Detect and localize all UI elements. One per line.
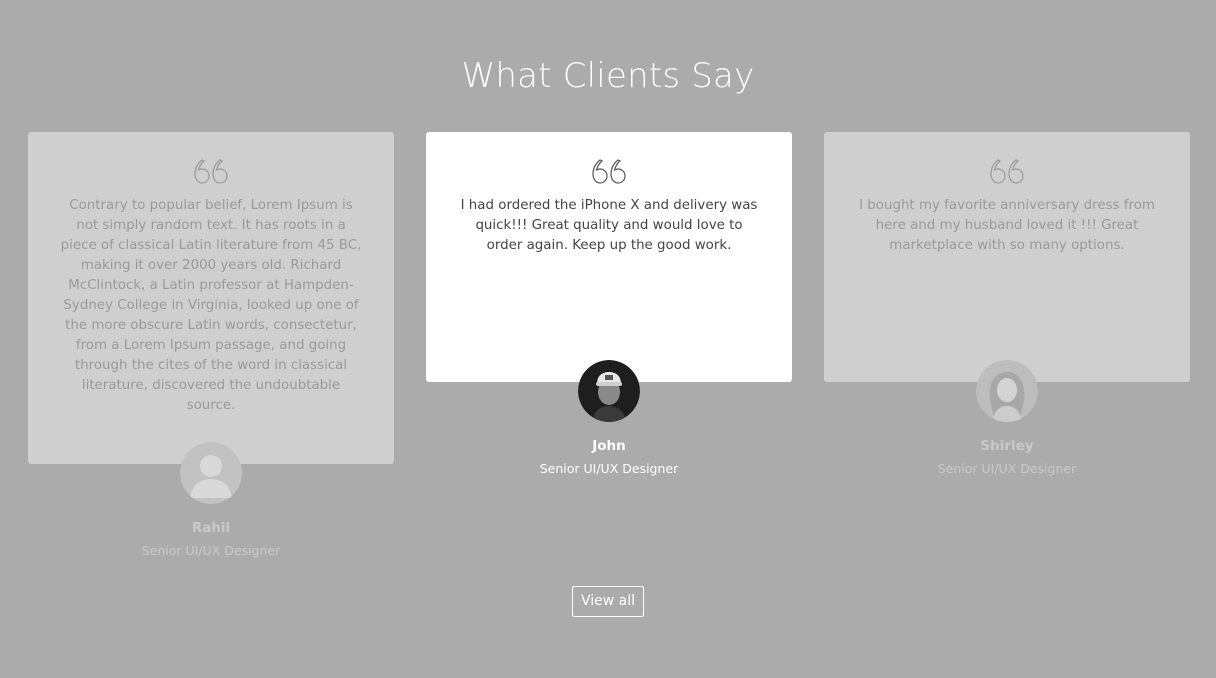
quote-icon <box>990 159 1024 184</box>
testimonial-quote: I had ordered the iPhone X and delivery … <box>460 198 758 253</box>
testimonial-quote: Contrary to popular belief, Lorem Ipsum … <box>60 198 362 413</box>
quote-icon <box>194 159 228 184</box>
placeholder-person-icon <box>180 442 242 504</box>
testimonial-name: Rahil <box>191 520 231 536</box>
testimonial-role: Senior UI/UX Designer <box>937 461 1077 476</box>
avatar-john <box>578 360 640 422</box>
quote-icon <box>592 159 626 184</box>
view-all-button[interactable]: View all <box>572 586 644 617</box>
testimonial-card-john[interactable]: I had ordered the iPhone X and delivery … <box>426 132 792 382</box>
man-with-cap-photo <box>578 360 640 422</box>
avatar-shirley <box>976 360 1038 422</box>
section-title: What Clients Say <box>461 56 755 96</box>
testimonial-role: Senior UI/UX Designer <box>539 461 679 476</box>
testimonial-card-shirley[interactable]: I bought my favorite anniversary dress f… <box>824 132 1190 382</box>
avatar-rahil <box>180 442 242 504</box>
testimonial-name: John <box>592 438 626 454</box>
testimonial-role: Senior UI/UX Designer <box>141 543 281 558</box>
testimonial-name: Shirley <box>980 438 1034 454</box>
testimonial-quote: I bought my favorite anniversary dress f… <box>859 198 1155 253</box>
woman-photo <box>976 360 1038 422</box>
testimonial-card-rahil[interactable]: Contrary to popular belief, Lorem Ipsum … <box>28 132 394 464</box>
